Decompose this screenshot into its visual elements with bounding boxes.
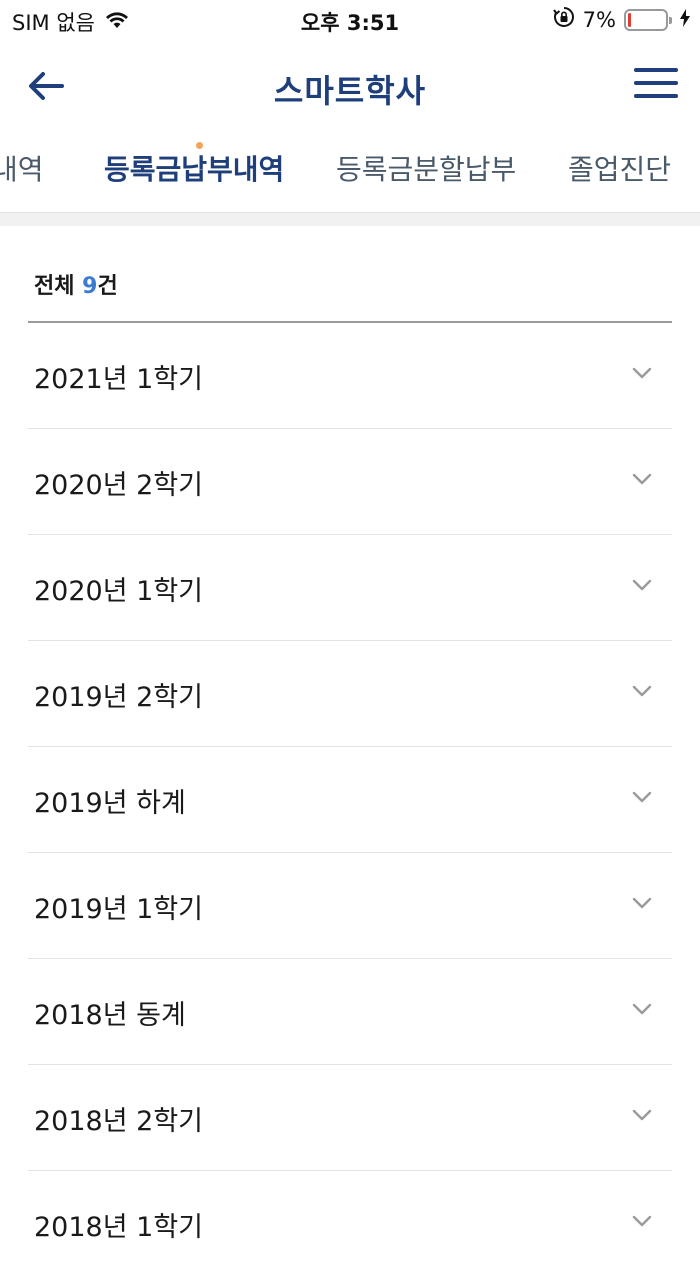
list-item[interactable]: 2019년 하계 xyxy=(28,747,672,853)
new-indicator-dot xyxy=(196,142,203,149)
chevron-down-icon xyxy=(632,367,652,379)
chevron-down-icon xyxy=(632,473,652,485)
total-count-value: 9 xyxy=(82,274,98,299)
tab-history[interactable]: 내역 xyxy=(0,148,44,188)
list-item[interactable]: 2018년 2학기 xyxy=(28,1065,672,1171)
chevron-down-icon xyxy=(632,897,652,909)
total-suffix: 건 xyxy=(97,274,118,299)
rotation-lock-icon xyxy=(552,6,575,33)
list-item[interactable]: 2020년 2학기 xyxy=(28,429,672,535)
semester-label: 2020년 2학기 xyxy=(34,470,203,501)
menu-button[interactable] xyxy=(634,64,678,108)
page-title: 스마트학사 xyxy=(273,72,427,110)
semester-label: 2018년 1학기 xyxy=(34,1212,203,1243)
chevron-down-icon xyxy=(632,685,652,697)
semester-label: 2018년 2학기 xyxy=(34,1106,203,1137)
total-prefix: 전체 xyxy=(34,274,75,299)
chevron-down-icon xyxy=(632,791,652,803)
battery-icon xyxy=(624,8,672,31)
status-bar: SIM 없음 오후 3:51 7% xyxy=(0,0,700,40)
chevron-down-icon xyxy=(632,1215,652,1227)
semester-label: 2018년 동계 xyxy=(34,1000,186,1031)
list-item[interactable]: 2020년 1학기 xyxy=(28,535,672,641)
battery-percent: 7% xyxy=(582,7,616,32)
list-item[interactable]: 2021년 1학기 xyxy=(28,323,672,429)
semester-label: 2019년 2학기 xyxy=(34,682,203,713)
list-item[interactable]: 2019년 2학기 xyxy=(28,641,672,747)
list-item[interactable]: 2018년 1학기 xyxy=(28,1171,672,1277)
total-count: 전체 9건 xyxy=(34,268,118,300)
tab-graduation-check[interactable]: 졸업진단 xyxy=(568,148,671,188)
chevron-down-icon xyxy=(632,579,652,591)
status-right: 7% xyxy=(552,6,690,33)
chevron-down-icon xyxy=(632,1109,652,1121)
section-divider xyxy=(0,212,700,226)
tab-bar: 내역 등록금납부내역 등록금분할납부 졸업진단 xyxy=(0,140,700,200)
chevron-down-icon xyxy=(632,1003,652,1015)
battery-level xyxy=(628,12,631,27)
list-item[interactable]: 2018년 동계 xyxy=(28,959,672,1065)
app-header: 스마트학사 xyxy=(0,50,700,130)
semester-list: 2021년 1학기 2020년 2학기 2020년 1학기 2019년 2학기 … xyxy=(28,323,672,1277)
tab-tuition-payment-history[interactable]: 등록금납부내역 xyxy=(104,148,284,188)
semester-label: 2020년 1학기 xyxy=(34,576,203,607)
list-item[interactable]: 2019년 1학기 xyxy=(28,853,672,959)
semester-label: 2019년 1학기 xyxy=(34,894,203,925)
tab-tuition-installment[interactable]: 등록금분할납부 xyxy=(336,148,516,188)
charging-icon xyxy=(680,8,690,32)
hamburger-menu-icon xyxy=(634,64,678,98)
semester-label: 2019년 하계 xyxy=(34,788,186,819)
semester-label: 2021년 1학기 xyxy=(34,364,203,395)
